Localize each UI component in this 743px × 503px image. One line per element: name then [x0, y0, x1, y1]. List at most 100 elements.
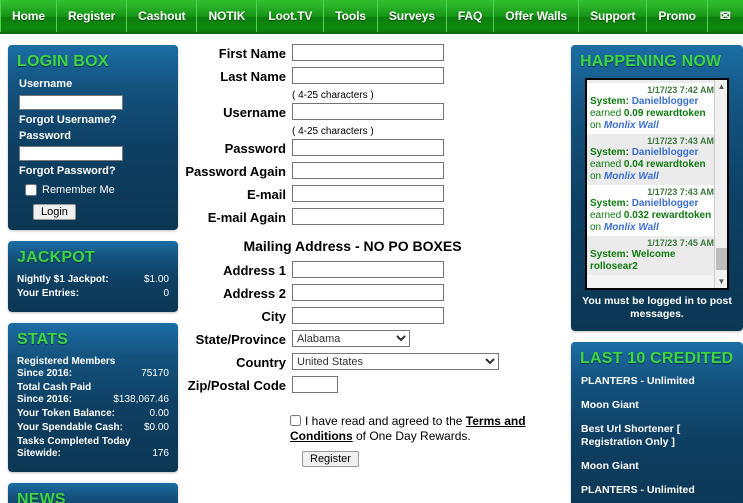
- password-label: Password: [224, 141, 286, 156]
- main-navigation: Home Register Cashout NOTIK Loot.TV Tool…: [0, 0, 743, 34]
- address-1-input[interactable]: [292, 261, 444, 278]
- list-item[interactable]: Moon Giant: [581, 399, 734, 412]
- stats-row: Registered Members Since 2016: 75170: [17, 356, 169, 380]
- stats-title: STATS: [17, 331, 69, 348]
- chat-box[interactable]: Monlix Wall 1/17/23 7:42 AM System: Dani…: [585, 78, 729, 290]
- terms-block: I have read and agreed to the Terms and …: [290, 414, 530, 467]
- chat-wall-name[interactable]: Monlix Wall: [604, 171, 659, 182]
- scrollbar-thumb[interactable]: [716, 248, 727, 270]
- nav-notik[interactable]: NOTIK: [197, 0, 258, 32]
- chat-timestamp: 1/17/23 7:45 AM: [647, 238, 714, 248]
- form-row-country: Country United States: [180, 353, 565, 372]
- chat-on: on: [590, 171, 604, 182]
- first-name-input[interactable]: [292, 44, 444, 61]
- terms-prefix: I have read and agreed to the: [305, 414, 466, 428]
- register-button[interactable]: Register: [302, 451, 359, 467]
- username-label: Username: [19, 78, 73, 90]
- username-input[interactable]: [292, 103, 444, 120]
- jackpot-value: $1.00: [143, 274, 169, 285]
- happening-now-panel: HAPPENING NOW Monlix Wall 1/17/23 7:42 A…: [571, 45, 743, 331]
- nav-faq[interactable]: FAQ: [447, 0, 495, 32]
- city-input[interactable]: [292, 307, 444, 324]
- address-1-field-col: [292, 261, 444, 278]
- zip-input[interactable]: [292, 376, 338, 393]
- remember-me-checkbox[interactable]: [25, 184, 37, 196]
- stats-row: Your Spendable Cash: $0.00: [17, 422, 169, 434]
- form-row-address-1: Address 1: [180, 261, 565, 280]
- stats-value: $138,067.46: [113, 394, 169, 405]
- login-box-title: LOGIN BOX: [17, 53, 109, 70]
- terms-line: I have read and agreed to the Terms and …: [290, 414, 530, 444]
- nav-home[interactable]: Home: [0, 0, 57, 32]
- email-label: E-mail: [246, 187, 286, 202]
- nav-tools[interactable]: Tools: [324, 0, 378, 32]
- username-label: Username: [223, 105, 286, 120]
- scroll-up-arrow-icon[interactable]: ▲: [716, 81, 727, 92]
- chat-message: 1/17/23 7:42 AM System: Danielblogger ea…: [587, 83, 717, 134]
- news-panel: NEWS There is no news at this time.: [8, 483, 178, 503]
- chat-cutoff-wall: Monlix Wall: [590, 78, 645, 80]
- list-item[interactable]: PLANTERS - Unlimited: [581, 484, 734, 497]
- last-name-input[interactable]: [292, 67, 444, 84]
- right-sidebar: HAPPENING NOW Monlix Wall 1/17/23 7:42 A…: [565, 34, 743, 503]
- form-row-first-name: First Name: [180, 44, 565, 63]
- list-item[interactable]: PLANTERS - Unlimited: [581, 375, 734, 388]
- news-title: NEWS: [17, 491, 66, 503]
- last-name-label: Last Name: [220, 69, 286, 84]
- terms-checkbox[interactable]: [290, 415, 301, 426]
- list-item[interactable]: Best Url Shortener [ Registration Only ]: [581, 423, 734, 449]
- username-input[interactable]: [19, 94, 123, 110]
- stats-key: Registered Members Since 2016:: [17, 356, 116, 379]
- password-again-field-col: [292, 162, 444, 179]
- chat-username[interactable]: Danielblogger: [632, 198, 699, 209]
- chat-message: 1/17/23 7:43 AM System: Danielblogger ea…: [587, 134, 717, 185]
- password-again-label: Password Again: [185, 164, 286, 179]
- country-select[interactable]: United States: [292, 353, 499, 370]
- email-input[interactable]: [292, 185, 444, 202]
- login-button[interactable]: Login: [33, 204, 76, 220]
- nav-support[interactable]: Support: [579, 0, 648, 32]
- password-input[interactable]: [292, 139, 444, 156]
- state-select[interactable]: Alabama: [292, 330, 410, 347]
- nav-offer-walls[interactable]: Offer Walls: [494, 0, 580, 32]
- stats-value: 75170: [141, 368, 169, 379]
- forgot-username-link[interactable]: Forgot Username?: [19, 114, 169, 126]
- chat-system-label: System:: [590, 198, 629, 209]
- happening-now-title: HAPPENING NOW: [580, 53, 722, 70]
- mail-icon[interactable]: ✉: [708, 0, 743, 32]
- chat-username[interactable]: Danielblogger: [632, 96, 699, 107]
- chat-scrollbar[interactable]: ▲ ▼: [714, 80, 727, 288]
- login-box-panel: LOGIN BOX Username Forgot Username? Pass…: [8, 45, 178, 230]
- mailing-address-heading: Mailing Address - NO PO BOXES: [243, 238, 462, 254]
- stats-value: 176: [152, 448, 169, 459]
- chat-verb: earned: [590, 210, 624, 221]
- email-again-input[interactable]: [292, 208, 444, 225]
- address-2-input[interactable]: [292, 284, 444, 301]
- chat-timestamp: 1/17/23 7:42 AM: [647, 85, 714, 95]
- nav-loottv[interactable]: Loot.TV: [257, 0, 325, 32]
- nav-cashout[interactable]: Cashout: [127, 0, 198, 32]
- form-row-username: Username ( 4-25 characters ): [180, 90, 565, 122]
- chat-wall-name[interactable]: Monlix Wall: [604, 120, 659, 131]
- nav-surveys[interactable]: Surveys: [378, 0, 447, 32]
- nav-register[interactable]: Register: [57, 0, 128, 32]
- country-label: Country: [236, 355, 286, 370]
- chat-username[interactable]: Danielblogger: [632, 147, 699, 158]
- stats-key: Tasks Completed Today Sitewide:: [17, 436, 131, 459]
- stats-key: Your Spendable Cash:: [17, 422, 123, 433]
- email-field-col: [292, 185, 444, 202]
- state-label: State/Province: [195, 332, 286, 347]
- city-label: City: [261, 309, 286, 324]
- password-again-input[interactable]: [292, 162, 444, 179]
- chat-login-note: You must be logged in to post messages.: [582, 295, 732, 320]
- forgot-password-link[interactable]: Forgot Password?: [19, 165, 169, 177]
- chat-wall-name[interactable]: Monlix Wall: [604, 222, 659, 233]
- chat-scroll-area: Monlix Wall 1/17/23 7:42 AM System: Dani…: [587, 78, 717, 275]
- nav-promo[interactable]: Promo: [647, 0, 708, 32]
- list-item[interactable]: Moon Giant: [581, 460, 734, 473]
- password-hint: ( 4-25 characters ): [292, 126, 374, 137]
- chat-amount: 0.09 rewardtoken: [623, 108, 706, 119]
- chat-on: on: [590, 222, 604, 233]
- password-input[interactable]: [19, 146, 123, 161]
- scroll-down-arrow-icon[interactable]: ▼: [716, 276, 727, 287]
